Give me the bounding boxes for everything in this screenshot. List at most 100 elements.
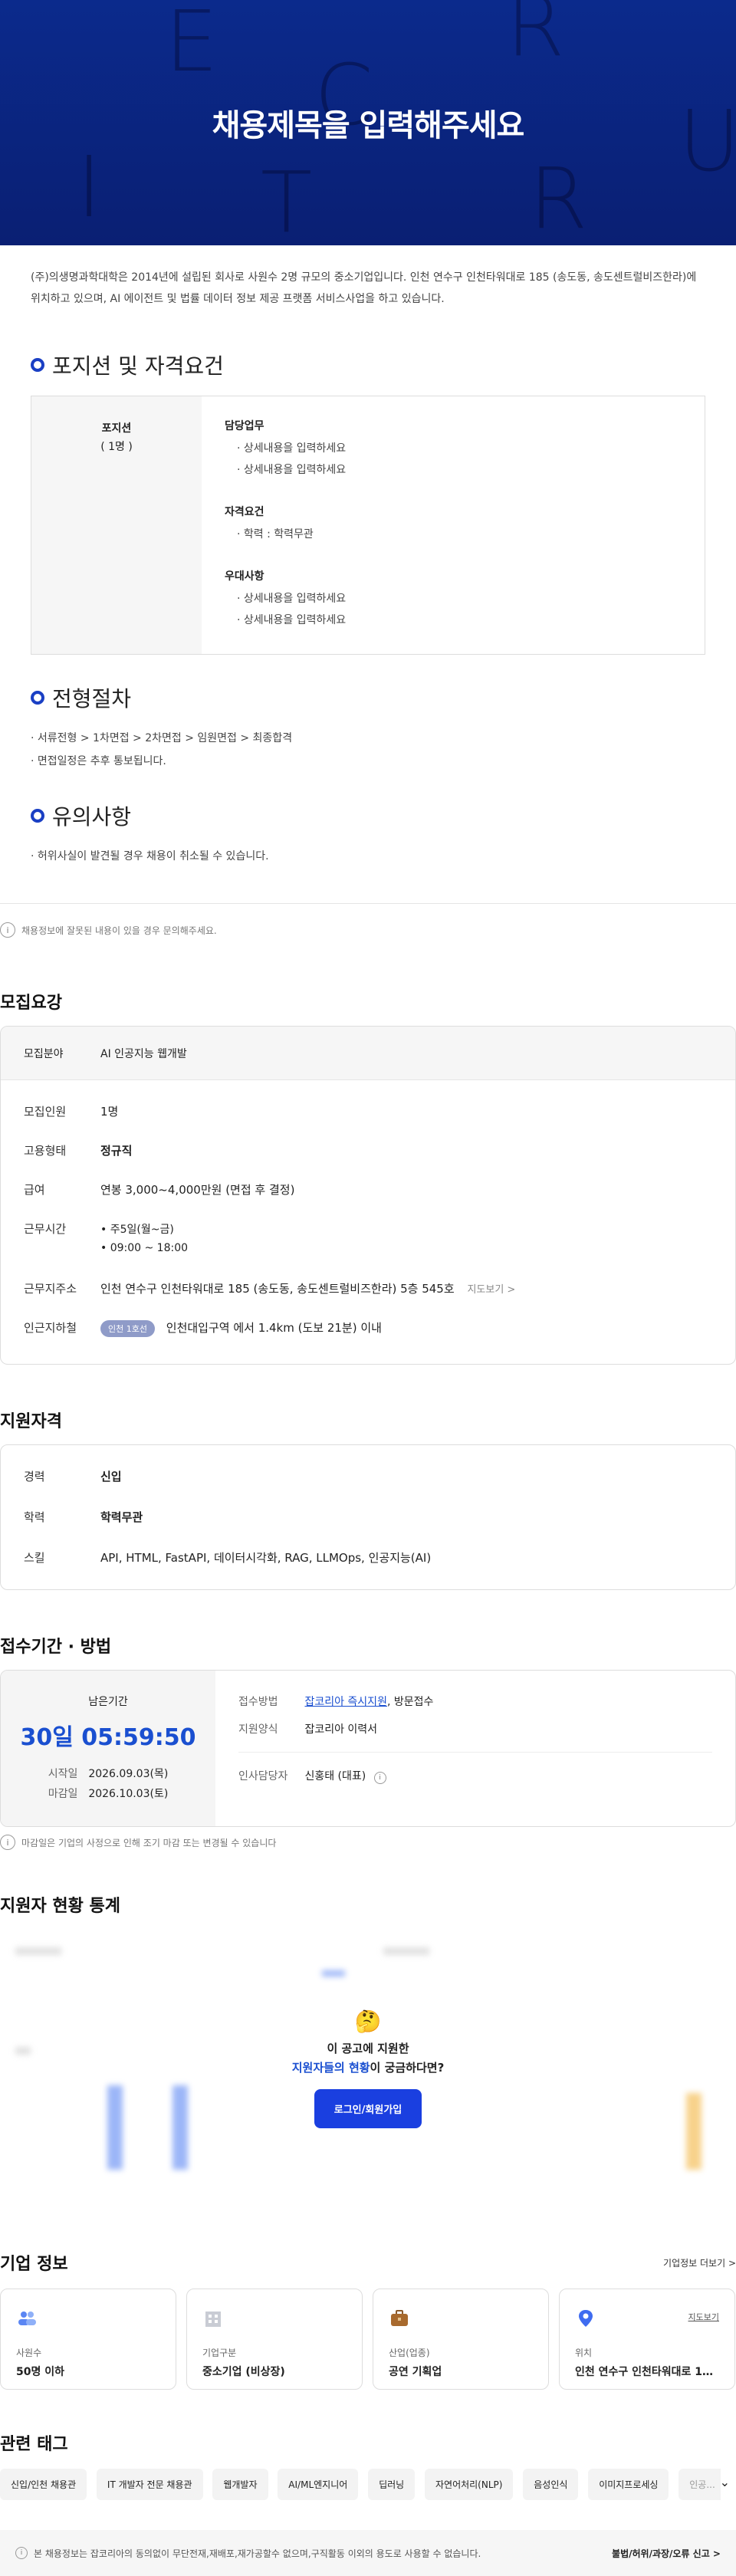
company-intro: (주)의생명과학대학은 2014년에 설립된 회사로 사원수 2명 규모의 중소… bbox=[31, 271, 697, 305]
row-label: 고용형태 bbox=[24, 1144, 67, 1158]
recruit-section: 모집요강 모집분야 AI 인공지능 웹개발 모집인원 1명 고용형태 정규직 급… bbox=[0, 989, 736, 1365]
row-value: 학력무관 bbox=[100, 1510, 143, 1524]
headcount-row: 모집인원 1명 bbox=[24, 1103, 712, 1119]
tag-chip[interactable]: 이미지프로세싱 bbox=[588, 2469, 669, 2500]
caution-section-header: 유의사항 bbox=[0, 800, 736, 831]
worktime-hours: • 09:00 ~ 18:00 bbox=[100, 1242, 189, 1254]
field-value: AI 인공지능 웹개발 bbox=[100, 1047, 187, 1060]
process-section-header: 전형절차 bbox=[0, 682, 736, 713]
position-detail-cell: 담당업무 · 상세내용을 입력하세요 · 상세내용을 입력하세요 자격요건 · … bbox=[202, 396, 705, 654]
row-label: 경력 bbox=[24, 1470, 45, 1484]
section-title: 모집요강 bbox=[0, 994, 62, 1013]
tag-chip[interactable]: IT 개발자 전문 채용관 bbox=[96, 2469, 203, 2500]
deadline-note-text: 마감일은 기업의 사정으로 인해 조기 마감 또는 변경될 수 있습니다 bbox=[21, 1837, 277, 1848]
position-count: ( 1명 ) bbox=[100, 441, 133, 453]
recruit-card: 모집분야 AI 인공지능 웹개발 모집인원 1명 고용형태 정규직 급여 연봉 … bbox=[0, 1026, 736, 1365]
manager-value: 신홍태 (대표) bbox=[304, 1770, 366, 1783]
row-value: 신입 bbox=[100, 1470, 122, 1484]
hero-banner: E R C U I T R 채용제목을 입력해주세요 bbox=[0, 0, 736, 245]
education-row: 학력 학력무관 bbox=[24, 1509, 712, 1525]
row-label: 모집인원 bbox=[24, 1105, 67, 1119]
form-value: 잡코리아 이력서 bbox=[304, 1723, 378, 1736]
company-card-industry: 산업(업종) 공연 기획업 bbox=[373, 2288, 549, 2390]
tag-chip[interactable]: 웹개발자 bbox=[212, 2469, 268, 2500]
address-row: 근무지주소 인천 연수구 인천타워대로 185 (송도동, 송도센트럴비즈한라)… bbox=[24, 1280, 712, 1296]
hero-deco-letter: R bbox=[506, 0, 565, 75]
end-date: 2026.10.03(토) bbox=[88, 1788, 169, 1800]
card-value: 공연 기획업 bbox=[389, 2366, 442, 2378]
card-label: 사원수 bbox=[16, 2348, 42, 2358]
row-value: 인천 1호선 인천대입구역 에서 1.4km (도보 21분) 이내 bbox=[100, 1319, 712, 1337]
tag-chip[interactable]: 인공... bbox=[678, 2469, 721, 2500]
recruit-rows: 모집인원 1명 고용형태 정규직 급여 연봉 3,000~4,000만원 (면접… bbox=[1, 1080, 735, 1337]
requirements-group: 자격요건 · 학력 : 학력무관 bbox=[225, 504, 682, 545]
ring-bullet-icon bbox=[31, 809, 44, 823]
start-label: 시작일 bbox=[48, 1768, 78, 1780]
info-icon[interactable]: i bbox=[373, 1772, 386, 1784]
thinking-face-icon: 🤔 bbox=[354, 2009, 382, 2034]
overlay-line1: 이 공고에 지원한 bbox=[327, 2042, 409, 2055]
qualification-card: 경력 신입 학력 학력무관 스킬 API, HTML, FastAPI, 데이터… bbox=[0, 1444, 736, 1590]
position-table: 포지션 ( 1명 ) 담당업무 · 상세내용을 입력하세요 · 상세내용을 입력… bbox=[31, 396, 705, 655]
list-item: · 서류전형 > 1차면접 > 2차면접 > 임원면접 > 최종합격 bbox=[31, 732, 293, 744]
row-value: API, HTML, FastAPI, 데이터시각화, RAG, LLMOps,… bbox=[100, 1551, 432, 1565]
tag-chip[interactable]: 신입/인천 채용관 bbox=[0, 2469, 87, 2500]
info-icon: i bbox=[0, 1835, 15, 1850]
duties-group: 담당업무 · 상세내용을 입력하세요 · 상세내용을 입력하세요 bbox=[225, 418, 682, 481]
subway-text: 인천대입구역 에서 1.4km (도보 21분) 이내 bbox=[166, 1321, 382, 1335]
tag-chip[interactable]: 딥러닝 bbox=[368, 2469, 416, 2500]
remaining-time-panel: 남은기간 30일 05:59:50 시작일 2026.09.03(목) 마감일 20… bbox=[1, 1671, 215, 1826]
row-value: • 주5일(월~금) • 09:00 ~ 18:00 bbox=[100, 1221, 712, 1257]
people-icon bbox=[18, 2312, 36, 2325]
row-label: 급여 bbox=[24, 1183, 45, 1197]
subway-line-badge: 인천 1호선 bbox=[100, 1320, 155, 1337]
chevron-down-icon[interactable]: ⌄ bbox=[720, 2475, 730, 2489]
caution-list: · 허위사실이 발견될 경우 채용이 취소될 수 있습니다. bbox=[0, 831, 736, 868]
group-item: · 상세내용을 입력하세요 bbox=[237, 593, 347, 605]
tag-chip[interactable]: 자연어처리(NLP) bbox=[424, 2469, 514, 2500]
section-title: 전형절차 bbox=[52, 686, 132, 711]
section-title: 접수기간 · 방법 bbox=[0, 1638, 112, 1657]
employment-row: 고용형태 정규직 bbox=[24, 1142, 712, 1158]
blur-placeholder bbox=[322, 1970, 345, 1976]
map-link[interactable]: 지도보기 > bbox=[467, 1284, 515, 1296]
group-item: · 상세내용을 입력하세요 bbox=[237, 464, 347, 476]
position-name-cell: 포지션 ( 1명 ) bbox=[31, 396, 202, 654]
apply-method-panel: 접수방법 잡코리아 즉시지원, 방문접수 지원양식 잡코리아 이력서 인사담당자… bbox=[215, 1671, 735, 1826]
company-card-employees: 사원수 50명 이하 bbox=[0, 2288, 176, 2390]
overlay-rest: 이 궁금하다면? bbox=[370, 2061, 445, 2075]
end-label: 마감일 bbox=[48, 1788, 78, 1800]
career-row: 경력 신입 bbox=[24, 1468, 712, 1484]
report-link[interactable]: 불법/허위/과장/오류 신고 > bbox=[612, 2547, 721, 2560]
section-title: 포지션 및 자격요건 bbox=[52, 353, 224, 379]
tag-chip[interactable]: AI/ML엔지니어 bbox=[278, 2469, 359, 2500]
tag-chip[interactable]: 음성인식 bbox=[523, 2469, 579, 2500]
map-link[interactable]: 지도보기 bbox=[688, 2311, 719, 2323]
company-cards: 사원수 50명 이하 기업구분 중소기업 (비상장) 산업(업종) 공연 기획업… bbox=[0, 2288, 736, 2390]
company-more-link[interactable]: 기업정보 더보기 > bbox=[663, 2256, 736, 2269]
position-section-header: 포지션 및 자격요건 bbox=[0, 350, 736, 380]
method-row: 접수방법 잡코리아 즉시지원, 방문접수 bbox=[238, 1694, 712, 1709]
remain-label: 남은기간 bbox=[88, 1696, 128, 1708]
info-icon: i bbox=[15, 2547, 28, 2559]
instant-apply-link[interactable]: 잡코리아 즉시지원 bbox=[304, 1696, 387, 1708]
list-item: · 허위사실이 발견될 경우 채용이 취소될 수 있습니다. bbox=[31, 850, 269, 863]
deadline-card: 남은기간 30일 05:59:50 시작일 2026.09.03(목) 마감일 20… bbox=[0, 1670, 736, 1827]
login-signup-button[interactable]: 로그인/회원가입 bbox=[314, 2089, 422, 2128]
manager-row: 인사담당자 신홍태 (대표) i bbox=[238, 1768, 712, 1784]
group-item: · 상세내용을 입력하세요 bbox=[237, 614, 347, 626]
start-date: 2026.09.03(목) bbox=[88, 1768, 169, 1780]
process-list: · 서류전형 > 1차면접 > 2차면접 > 임원면접 > 최종합격 · 면접일… bbox=[0, 713, 736, 773]
list-item: · 면접일정은 추후 통보됩니다. bbox=[31, 755, 166, 767]
ring-bullet-icon bbox=[31, 358, 44, 372]
section-title: 지원자 현황 통계 bbox=[0, 1897, 120, 1916]
section-title: 관련 태그 bbox=[0, 2435, 68, 2454]
deadline-section: 접수기간 · 방법 남은기간 30일 05:59:50 시작일 2026.09.0… bbox=[0, 1633, 736, 1850]
location-pin-icon bbox=[579, 2310, 593, 2327]
row-label: 인근지하철 bbox=[24, 1321, 77, 1335]
position-label: 포지션 bbox=[101, 422, 132, 435]
stats-section: 지원자 현황 통계 🤔 이 공고에 지원한 지원자들의 현황이 궁금하다면? 로… bbox=[0, 1892, 736, 2170]
form-row: 지원양식 잡코리아 이력서 bbox=[238, 1721, 712, 1753]
info-icon: i bbox=[0, 922, 15, 938]
row-value: 1명 bbox=[100, 1105, 119, 1119]
